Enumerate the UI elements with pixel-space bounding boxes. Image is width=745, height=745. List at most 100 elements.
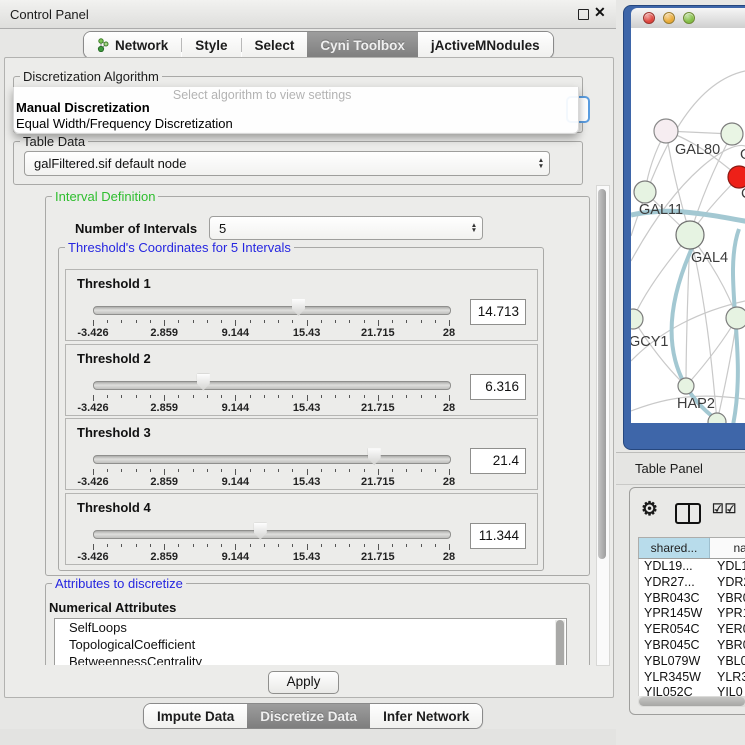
algorithm-option-manual[interactable]: Manual Discretization [16,100,150,115]
control-panel-titlebar: Control Panel ✕ [0,0,616,29]
slider-tick [349,320,350,323]
slider-tick [121,544,122,547]
minimize-traffic-light[interactable] [663,12,675,24]
table-row[interactable]: YLR345WYLR3 [639,670,745,686]
attribute-list-item[interactable]: BetweennessCentrality [55,653,566,665]
network-node[interactable] [726,307,745,329]
slider-tick [250,469,251,472]
network-node[interactable] [678,378,694,394]
threshold-value-field[interactable]: 6.316 [470,374,526,400]
table-row[interactable]: YDL19...YDL1 [639,559,745,575]
zoom-traffic-light[interactable] [683,12,695,24]
cell-shared-name[interactable]: YPR145W [639,606,711,622]
table-row[interactable]: YIL052CYIL0 [639,685,745,696]
slider-track[interactable] [93,381,451,390]
cell-name[interactable]: YBR0 [711,638,745,654]
column-select-icon[interactable]: ☑☑ [712,501,737,517]
network-node[interactable] [654,119,678,143]
algorithm-group-title: Discretization Algorithm [20,69,162,84]
cell-name[interactable]: YLR3 [711,670,745,686]
network-edge [686,318,737,386]
tab-network[interactable]: Network [84,32,181,58]
slider-tick [235,469,236,475]
slider-tick [278,544,279,547]
cell-shared-name[interactable]: YER054C [639,622,711,638]
slider-tick-label: 28 [443,476,455,488]
tab-impute-data[interactable]: Impute Data [144,704,247,728]
cell-name[interactable]: YDR2 [711,575,745,591]
slider-tick [193,395,194,398]
slider-tick-label: 28 [443,327,455,339]
tab-label: Select [255,38,295,53]
slider-tick-label: -3.426 [77,476,108,488]
table-body[interactable]: YDL19...YDL1YDR27...YDR2YBR043CYBR0YPR14… [638,559,745,696]
table-horizontal-scrollbar[interactable] [638,696,745,707]
network-view-window: GAL80GACGAL11GAL4GCY1HHAP2 [623,5,745,450]
numerical-attributes-label: Numerical Attributes [49,600,176,615]
tab-infer-network[interactable]: Infer Network [370,704,482,728]
slider-tick-label: 2.859 [150,327,178,339]
tab-discretize-data[interactable]: Discretize Data [247,704,370,728]
cell-shared-name[interactable]: YBR043C [639,591,711,607]
column-header-shared-name[interactable]: shared... [639,538,710,558]
close-traffic-light[interactable] [643,12,655,24]
cell-shared-name[interactable]: YBR045C [639,638,711,654]
cell-shared-name[interactable]: YLR345W [639,670,711,686]
cell-shared-name[interactable]: YDL19... [639,559,711,575]
slider-tick [136,320,137,323]
column-header-name[interactable]: name [710,538,745,558]
algorithm-option-equal-width[interactable]: Equal Width/Frequency Discretization [16,116,233,131]
number-of-intervals-combobox[interactable]: 5 ▲▼ [209,216,483,240]
attributes-list-scrollbar[interactable] [555,620,565,665]
float-window-icon[interactable] [578,9,589,20]
slider-track[interactable] [93,306,451,315]
slider-tick [449,469,450,475]
table-row[interactable]: YBR045CYBR0 [639,638,745,654]
slider-tick [221,320,222,323]
tab-cyni-toolbox[interactable]: Cyni Toolbox [307,32,418,58]
cell-name[interactable]: YER0 [711,622,745,638]
network-node[interactable] [631,309,643,329]
network-node[interactable] [728,166,745,188]
threshold-value-field[interactable]: 11.344 [470,523,526,549]
threshold-value-field[interactable]: 21.4 [470,448,526,474]
slider-tick [321,544,322,547]
tab-select[interactable]: Select [242,32,308,58]
cell-shared-name[interactable]: YBL079W [639,654,711,670]
tab-style[interactable]: Style [182,32,240,58]
cell-name[interactable]: YBR0 [711,591,745,607]
cell-name[interactable]: YBL0 [711,654,745,670]
panel-scrollbar[interactable] [596,185,610,666]
cell-name[interactable]: YDL1 [711,559,745,575]
network-node[interactable] [676,221,704,249]
settings-gear-icon[interactable]: ⚙ [641,498,658,521]
slider-tick-label: 28 [443,402,455,414]
slider-tick [335,320,336,323]
numerical-attributes-list[interactable]: SelfLoopsTopologicalCoefficientBetweenne… [54,618,567,665]
table-row[interactable]: YER054CYER0 [639,622,745,638]
slider-tick [349,395,350,398]
cell-shared-name[interactable]: YIL052C [639,685,711,696]
tab-jactivemnodules[interactable]: jActiveMNodules [418,32,553,58]
table-row[interactable]: YDR27...YDR2 [639,575,745,591]
slider-tick [378,544,379,550]
slider-track[interactable] [93,455,451,464]
attribute-list-item[interactable]: SelfLoops [55,619,566,636]
network-node[interactable] [634,181,656,203]
network-node[interactable] [721,123,743,145]
table-data-combobox[interactable]: galFiltered.sif default node ▲▼ [24,151,550,176]
network-canvas[interactable]: GAL80GACGAL11GAL4GCY1HHAP2 [631,28,745,423]
attribute-list-item[interactable]: TopologicalCoefficient [55,636,566,653]
table-row[interactable]: YBL079WYBL0 [639,654,745,670]
apply-button[interactable]: Apply [268,671,339,694]
split-columns-icon[interactable] [675,503,701,524]
cell-name[interactable]: YPR1 [711,606,745,622]
table-row[interactable]: YBR043CYBR0 [639,591,745,607]
close-icon[interactable]: ✕ [594,4,606,21]
threshold-value-field[interactable]: 14.713 [470,299,526,325]
cell-shared-name[interactable]: YDR27... [639,575,711,591]
panel-scrollbar-thumb[interactable] [598,189,606,559]
table-row[interactable]: YPR145WYPR1 [639,606,745,622]
cell-name[interactable]: YIL0 [711,685,745,696]
slider-track[interactable] [93,530,451,539]
